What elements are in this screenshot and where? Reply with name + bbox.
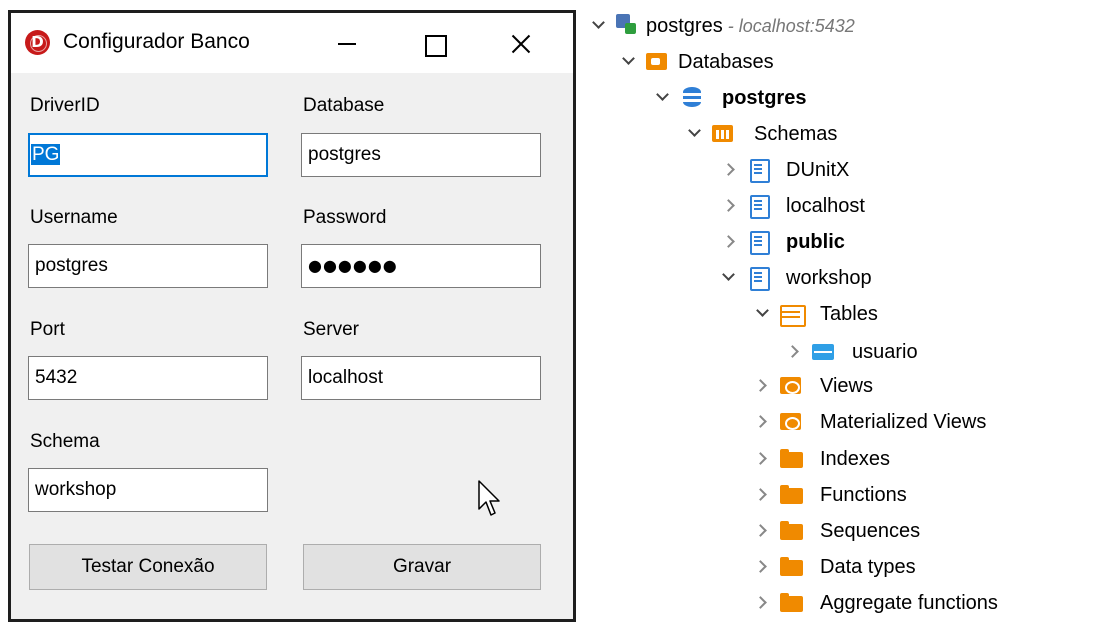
tables-icon: [780, 302, 806, 327]
chevron-right-icon[interactable]: [756, 451, 770, 465]
chevron-right-icon[interactable]: [756, 559, 770, 573]
chevron-down-icon[interactable]: [688, 126, 702, 140]
chevron-down-icon[interactable]: [656, 90, 670, 104]
server-icon: [616, 14, 638, 36]
functions-label: Functions: [820, 484, 907, 506]
folder-icon: [780, 519, 803, 541]
schemas-label: Schemas: [754, 123, 838, 145]
server-label: postgres - localhost:5432: [646, 15, 855, 37]
table-label: usuario: [852, 341, 918, 363]
chevron-right-icon[interactable]: [724, 162, 738, 176]
databases-label: Databases: [678, 51, 774, 73]
sequences-label: Sequences: [820, 520, 921, 542]
aggregate-functions-label: Aggregate functions: [820, 592, 998, 614]
chevron-right-icon[interactable]: [756, 414, 770, 428]
table-icon: [812, 340, 834, 362]
chevron-down-icon[interactable]: [592, 18, 606, 32]
materialized-views-label: Materialized Views: [820, 411, 987, 433]
folder-icon: [780, 555, 803, 577]
chevron-right-icon[interactable]: [788, 344, 802, 358]
database-navigator-tree: postgres - localhost:5432 Databases post…: [0, 0, 1114, 625]
schema-icon: [748, 194, 770, 219]
folder-icon: [780, 591, 803, 613]
schema-label: DUnitX: [786, 159, 850, 181]
database-label: postgres: [722, 87, 807, 109]
indexes-label: Indexes: [820, 448, 891, 470]
schemas-folder-icon: [712, 122, 734, 144]
data-types-label: Data types: [820, 556, 916, 578]
chevron-right-icon[interactable]: [756, 523, 770, 537]
chevron-right-icon[interactable]: [756, 595, 770, 609]
folder-icon: [780, 483, 803, 505]
folder-icon: [780, 447, 803, 469]
database-icon: [682, 86, 704, 108]
schema-icon: [748, 266, 770, 291]
chevron-down-icon[interactable]: [722, 270, 736, 284]
tables-label: Tables: [820, 303, 878, 325]
schema-label: public: [786, 231, 845, 253]
chevron-right-icon[interactable]: [756, 378, 770, 392]
views-icon: [780, 374, 802, 396]
chevron-right-icon[interactable]: [724, 198, 738, 212]
databases-folder-icon: [646, 50, 668, 72]
chevron-down-icon[interactable]: [622, 54, 636, 68]
schema-label: workshop: [786, 267, 872, 289]
schema-label: localhost: [786, 195, 865, 217]
materialized-views-icon: [780, 410, 802, 432]
views-label: Views: [820, 375, 873, 397]
chevron-down-icon[interactable]: [756, 306, 770, 320]
schema-icon: [748, 158, 770, 183]
chevron-right-icon[interactable]: [756, 487, 770, 501]
schema-icon: [748, 230, 770, 255]
chevron-right-icon[interactable]: [724, 234, 738, 248]
